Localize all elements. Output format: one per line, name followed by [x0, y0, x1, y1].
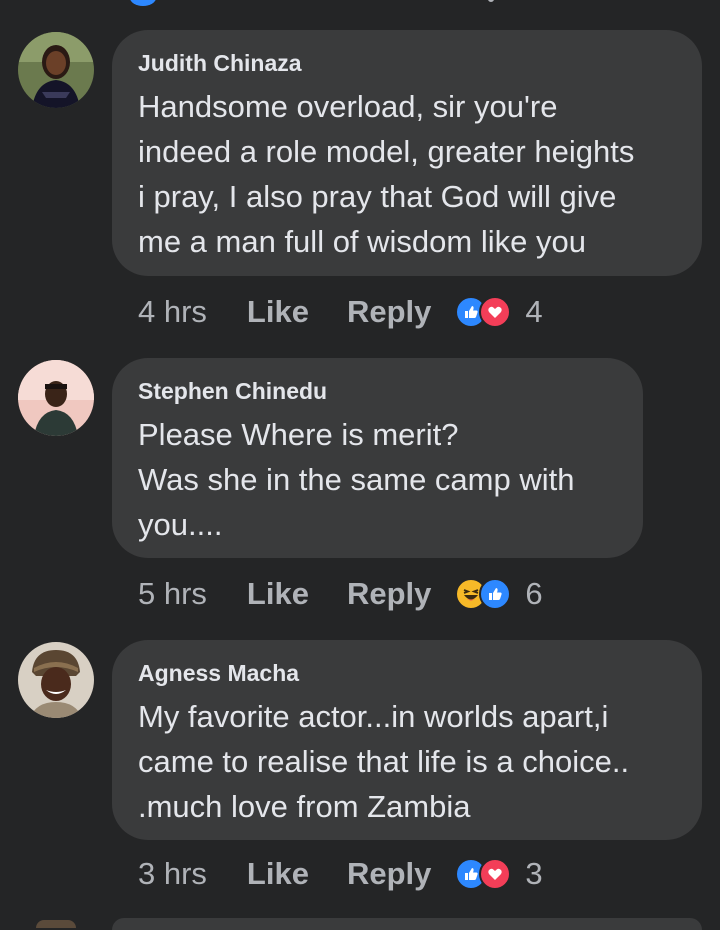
reactions-summary[interactable] — [455, 578, 512, 610]
like-button[interactable]: Like — [247, 294, 309, 330]
next-comment-fragment — [0, 916, 720, 930]
love-icon — [479, 296, 512, 328]
reply-button[interactable]: Reply — [347, 294, 431, 330]
reaction-icon-fragment — [130, 0, 156, 6]
like-button[interactable]: Like — [247, 576, 309, 612]
comment-author[interactable]: Agness Macha — [138, 660, 676, 686]
comment-bubble: Stephen Chinedu Please Where is merit? W… — [112, 358, 643, 558]
comment-bubble: Judith Chinaza Handsome overload, sir yo… — [112, 30, 702, 276]
separator-dot — [488, 0, 494, 2]
comment-actions: 3 hrs Like Reply 3 — [138, 854, 543, 894]
avatar[interactable] — [18, 642, 94, 718]
reaction-count[interactable]: 6 — [525, 576, 542, 612]
comment-text: My favorite actor...in worlds apart,i ca… — [138, 699, 630, 824]
like-button[interactable]: Like — [247, 856, 309, 892]
comment-bubble: Agness Macha My favorite actor...in worl… — [112, 640, 702, 840]
like-icon — [479, 578, 512, 610]
avatar-fragment — [36, 920, 76, 928]
comment-author[interactable]: Judith Chinaza — [138, 50, 676, 76]
reply-button[interactable]: Reply — [347, 576, 431, 612]
comment-author[interactable]: Stephen Chinedu — [138, 378, 617, 404]
reactions-summary[interactable] — [455, 858, 512, 890]
comment-text: Handsome overload, sir you're indeed a r… — [138, 89, 635, 259]
reply-button[interactable]: Reply — [347, 856, 431, 892]
love-icon — [479, 858, 512, 890]
comment-text: Please Where is merit? Was she in the sa… — [138, 417, 575, 542]
comment-time[interactable]: 4 hrs — [138, 294, 207, 330]
avatar[interactable] — [18, 32, 94, 108]
comment-time[interactable]: 5 hrs — [138, 576, 207, 612]
reactions-summary[interactable] — [455, 296, 512, 328]
comment-time[interactable]: 3 hrs — [138, 856, 207, 892]
reaction-count[interactable]: 3 — [525, 856, 542, 892]
bubble-fragment — [112, 918, 702, 930]
reaction-count[interactable]: 4 — [525, 294, 542, 330]
previous-comment-fragment — [0, 0, 720, 8]
comment-actions: 4 hrs Like Reply 4 — [138, 292, 543, 332]
comment-actions: 5 hrs Like Reply 6 — [138, 574, 543, 614]
avatar[interactable] — [18, 360, 94, 436]
